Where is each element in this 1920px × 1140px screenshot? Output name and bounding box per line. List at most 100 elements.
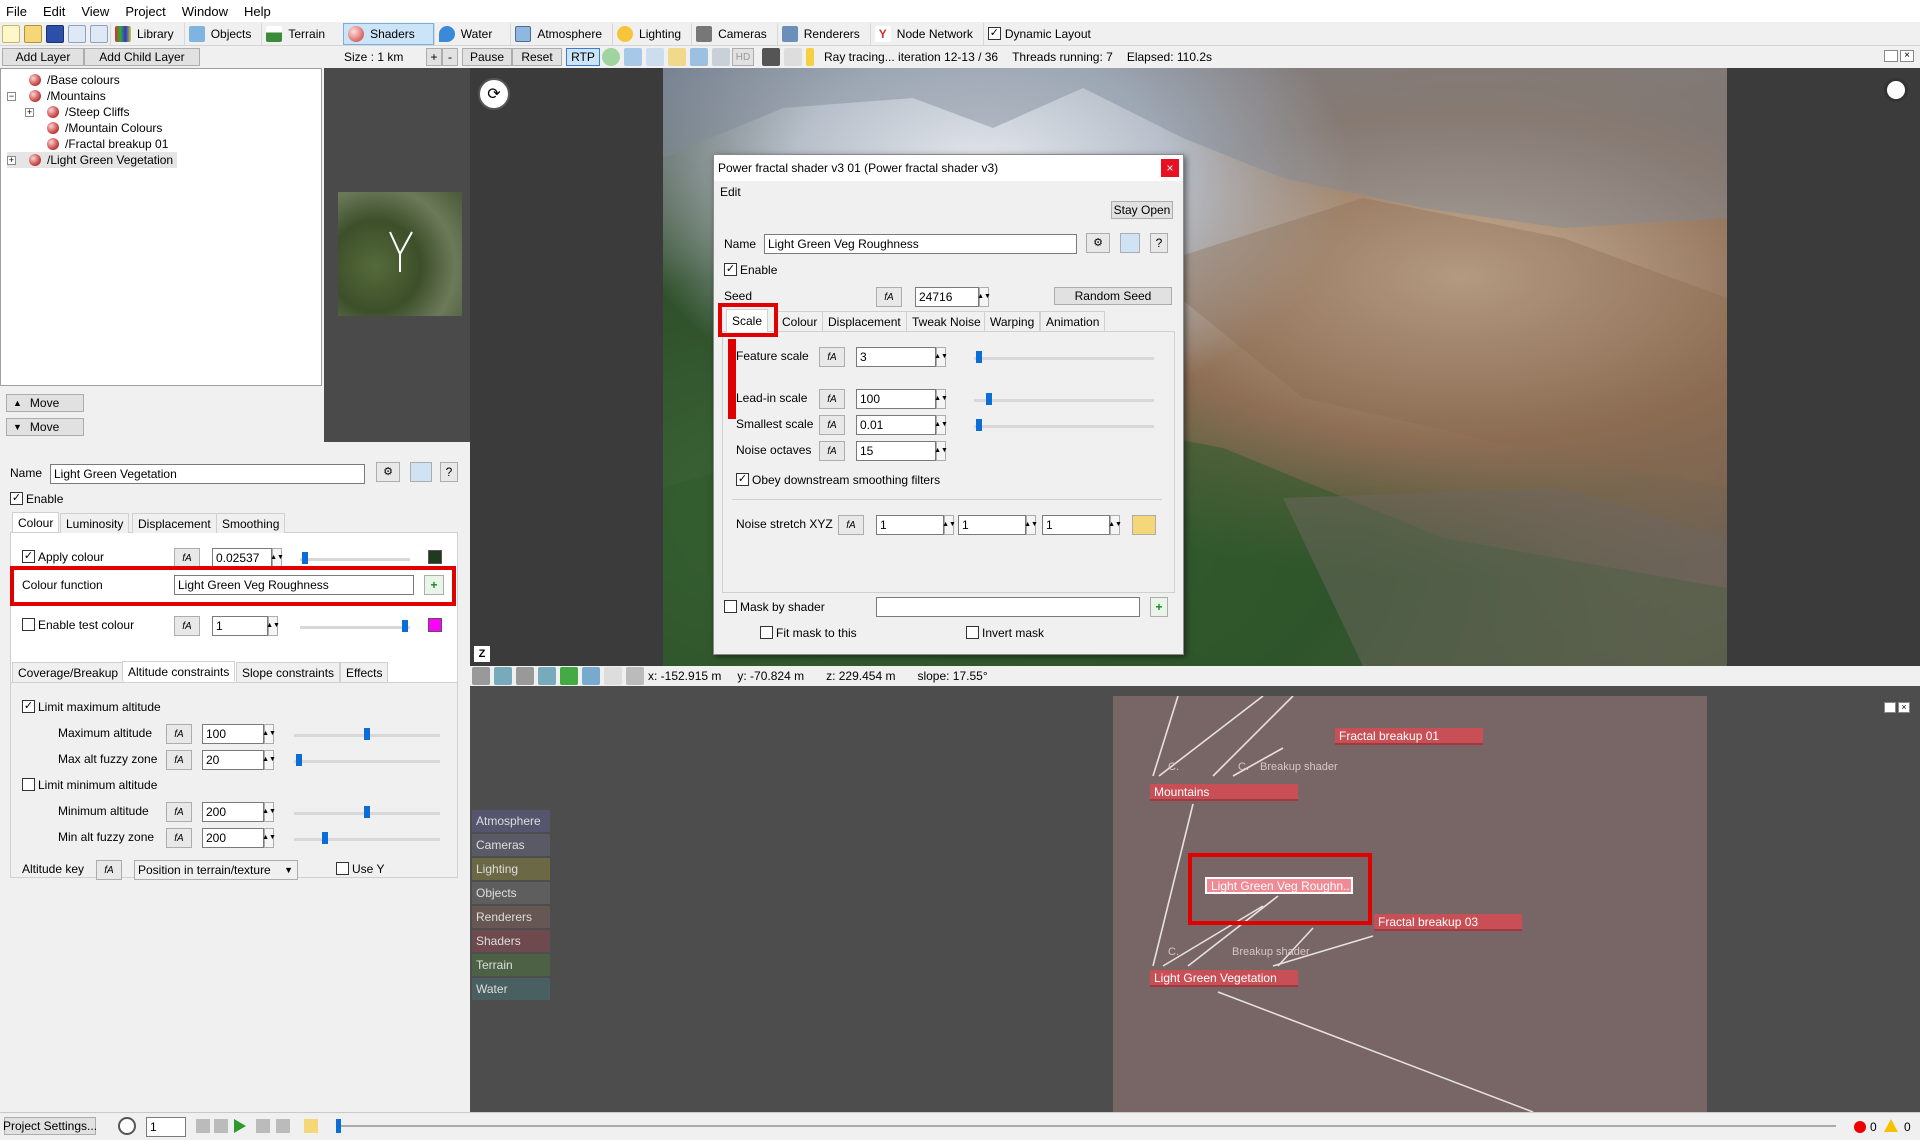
render-camera-icon[interactable] xyxy=(516,667,534,685)
tree-item-mountain-colours[interactable]: /Mountain Colours xyxy=(47,120,162,136)
shader-name-field[interactable]: Light Green Vegetation xyxy=(50,464,365,484)
camera-view-icon[interactable] xyxy=(472,667,490,685)
zoom-in-button[interactable]: + xyxy=(426,48,442,66)
render-icon[interactable] xyxy=(68,24,86,43)
spin-icon[interactable]: ▲▼ xyxy=(1108,515,1122,535)
smallest-scale-field[interactable]: 0.01 xyxy=(856,415,936,435)
project-settings-button[interactable]: Project Settings... xyxy=(3,1117,97,1135)
menu-window[interactable]: Window xyxy=(182,4,228,19)
min-fuzzy-slider-thumb[interactable] xyxy=(322,832,328,844)
pause-button[interactable]: Pause xyxy=(462,48,512,66)
apply-colour-value[interactable]: 0.02537 xyxy=(212,548,272,568)
clock-icon[interactable] xyxy=(118,1117,136,1135)
tab-terrain[interactable]: Terrain xyxy=(261,22,343,45)
test-colour-slider-thumb[interactable] xyxy=(402,620,408,632)
tab-coverage-breakup[interactable]: Coverage/Breakup xyxy=(12,662,125,682)
tab-slope-constraints[interactable]: Slope constraints xyxy=(236,662,341,682)
apply-colour-checkbox[interactable]: ✓ xyxy=(22,550,35,563)
function-icon[interactable]: fA xyxy=(166,750,192,770)
camera-navigation-icon[interactable]: ⟳ xyxy=(478,78,510,110)
tab-shaders[interactable]: Shaders xyxy=(343,22,434,45)
frame-icon[interactable] xyxy=(604,667,622,685)
help-icon[interactable]: ? xyxy=(1150,233,1168,253)
stretch-y-field[interactable]: 1 xyxy=(958,515,1026,535)
leadin-scale-field[interactable]: 100 xyxy=(856,389,936,409)
feature-scale-slider-thumb[interactable] xyxy=(976,351,982,363)
function-icon[interactable]: fA xyxy=(166,802,192,822)
function-icon[interactable]: fA xyxy=(819,389,845,409)
preview-window-icon[interactable] xyxy=(1120,233,1140,253)
tab-cameras[interactable]: Cameras xyxy=(691,22,777,45)
category-objects[interactable]: Objects xyxy=(472,882,550,904)
gear-icon[interactable]: ⚙ xyxy=(376,462,400,482)
spin-icon[interactable]: ▲▼ xyxy=(262,802,276,822)
mask-shader-field[interactable] xyxy=(876,597,1140,617)
save-icon[interactable] xyxy=(46,24,64,43)
sphere-preview-icon[interactable] xyxy=(602,48,620,66)
keyframe-icon[interactable] xyxy=(304,1119,318,1133)
min-fuzzy-field[interactable]: 200 xyxy=(202,828,264,848)
stretch-z-field[interactable]: 1 xyxy=(1042,515,1110,535)
play-icon[interactable] xyxy=(234,1119,246,1133)
tab-displacement[interactable]: Displacement xyxy=(822,311,907,331)
smallest-scale-slider-thumb[interactable] xyxy=(976,419,982,431)
expand-icon[interactable]: + xyxy=(25,107,34,117)
tab-atmosphere[interactable]: Atmosphere xyxy=(510,22,612,45)
tab-colour[interactable]: Colour xyxy=(776,311,824,331)
spin-icon[interactable]: ▲▼ xyxy=(262,750,276,770)
timeline-playhead[interactable] xyxy=(336,1119,341,1133)
tree-item-fractal-breakup-01[interactable]: /Fractal breakup 01 xyxy=(47,136,168,152)
tree-item-steep-cliffs[interactable]: + /Steep Cliffs xyxy=(25,104,129,120)
preview-window-icon[interactable] xyxy=(410,462,432,482)
spin-icon[interactable]: ▲▼ xyxy=(977,287,991,307)
shader-preview-icon[interactable] xyxy=(646,48,664,66)
tab-lighting[interactable]: Lighting xyxy=(612,22,691,45)
tree-item-light-green-vegetation[interactable]: + /Light Green Vegetation xyxy=(7,152,178,168)
category-lighting[interactable]: Lighting xyxy=(472,858,550,880)
function-icon[interactable]: fA xyxy=(819,415,845,435)
refresh-icon[interactable] xyxy=(560,667,578,685)
add-layer-button[interactable]: Add Layer xyxy=(2,48,84,66)
invert-mask-checkbox[interactable] xyxy=(966,626,979,639)
menu-view[interactable]: View xyxy=(81,4,109,19)
dynamic-layout-toggle[interactable]: ✓ Dynamic Layout xyxy=(982,22,1101,45)
tab-water[interactable]: Water xyxy=(433,22,511,45)
spin-icon[interactable]: ▲▼ xyxy=(1024,515,1038,535)
tab-colour[interactable]: Colour xyxy=(12,512,60,532)
sun-position-icon[interactable] xyxy=(1884,78,1908,102)
colour-swatch[interactable] xyxy=(428,550,442,564)
hd-button[interactable]: HD xyxy=(732,48,754,66)
max-altitude-slider-thumb[interactable] xyxy=(364,728,370,740)
crosshair-icon[interactable] xyxy=(626,667,644,685)
close-pane-icon[interactable]: × xyxy=(1900,50,1914,62)
dialog-menu-edit[interactable]: Edit xyxy=(720,185,741,199)
dynamic-layout-checkbox[interactable]: ✓ xyxy=(987,27,1001,40)
settings-preview-icon[interactable] xyxy=(712,48,730,66)
light-preview-icon[interactable] xyxy=(668,48,686,66)
seed-field[interactable]: 24716 xyxy=(915,287,979,307)
reset-button[interactable]: Reset xyxy=(512,48,562,66)
landscape-icon[interactable] xyxy=(538,667,556,685)
tab-effects[interactable]: Effects xyxy=(340,662,389,682)
mask-by-shader-checkbox[interactable] xyxy=(724,600,737,613)
test-colour-value[interactable]: 1 xyxy=(212,616,268,636)
zoom-out-button[interactable]: - xyxy=(442,48,458,66)
smallest-scale-slider[interactable] xyxy=(974,425,1154,428)
spin-icon[interactable]: ▲▼ xyxy=(942,515,956,535)
limit-max-checkbox[interactable]: ✓ xyxy=(22,700,35,713)
test-colour-swatch[interactable] xyxy=(428,618,442,632)
add-child-layer-button[interactable]: Add Child Layer xyxy=(84,48,200,66)
tab-tweak-noise[interactable]: Tweak Noise xyxy=(906,311,987,331)
max-altitude-field[interactable]: 100 xyxy=(202,724,264,744)
tab-smoothing[interactable]: Smoothing xyxy=(216,513,286,533)
move-down-button[interactable]: ▼ Move xyxy=(6,418,84,436)
lock-aspect-icon[interactable] xyxy=(1132,515,1156,535)
prev-frame-icon[interactable] xyxy=(214,1119,228,1133)
viewport-options-icon[interactable]: Z xyxy=(474,646,490,662)
apply-colour-slider[interactable] xyxy=(300,558,410,561)
node-fractal-breakup-01[interactable]: Fractal breakup 01 xyxy=(1335,728,1483,745)
min-altitude-field[interactable]: 200 xyxy=(202,802,264,822)
3d-preview-icon[interactable] xyxy=(90,24,108,43)
function-icon[interactable]: fA xyxy=(838,515,864,535)
tab-renderers[interactable]: Renderers xyxy=(776,22,870,45)
